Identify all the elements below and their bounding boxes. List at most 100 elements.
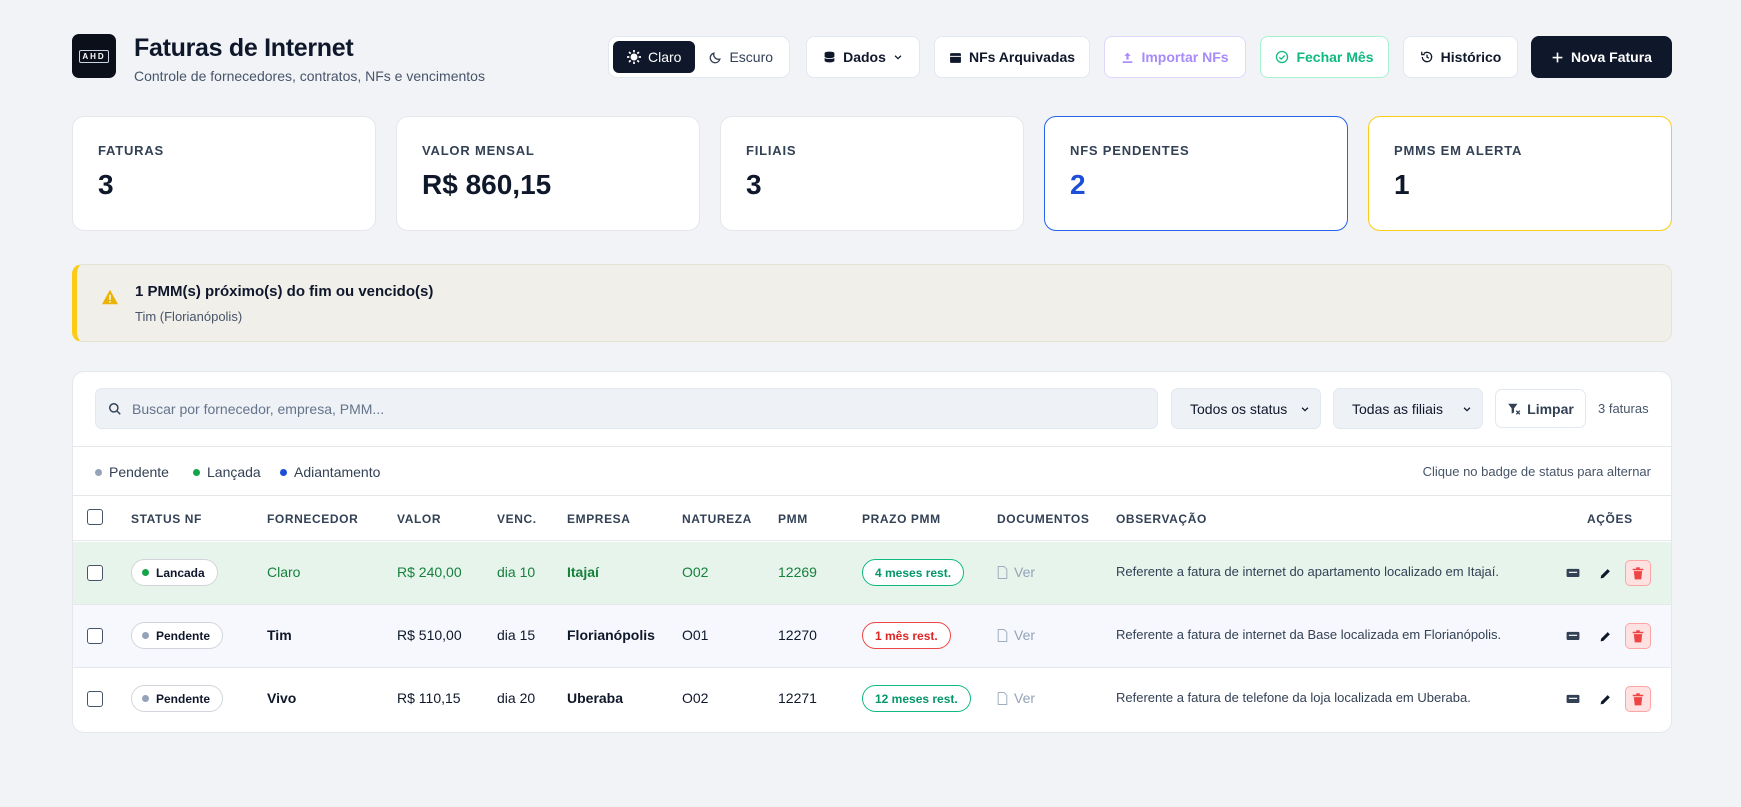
file-icon	[997, 628, 1008, 642]
docs-link[interactable]: Ver	[997, 627, 1035, 643]
status-label: Pendente	[156, 628, 211, 643]
status-dot	[142, 632, 149, 639]
header-acoes: AÇÕES	[1587, 512, 1633, 526]
nfs-arquivadas-button[interactable]: NFs Arquivadas	[934, 36, 1090, 78]
stat-card-pmms-alerta[interactable]: PMMS EM ALERTA 1	[1368, 116, 1672, 231]
clear-filters-button[interactable]: Limpar	[1495, 389, 1586, 428]
faturas-panel: Todos os status Todas as filiais Limpar …	[72, 371, 1672, 733]
fechar-mes-label: Fechar Mês	[1296, 49, 1374, 65]
cell-fornecedor: Tim	[267, 627, 292, 643]
stat-value: 3	[746, 169, 762, 200]
comment-button[interactable]	[1560, 686, 1586, 712]
stat-card-nfs-pendentes[interactable]: NFS PENDENTES 2	[1044, 116, 1348, 231]
legend-hint: Clique no badge de status para alternar	[1422, 464, 1651, 479]
header-natureza: NATUREZA	[682, 512, 752, 526]
calendar-icon	[950, 52, 961, 63]
dados-dropdown-button[interactable]: Dados	[806, 36, 920, 78]
cell-pmm: 12269	[778, 564, 817, 580]
nova-fatura-label: Nova Fatura	[1571, 49, 1652, 65]
legend-dot	[193, 468, 200, 476]
stat-card-faturas: FATURAS 3	[72, 116, 376, 231]
stat-card-valor-mensal: VALOR MENSAL R$ 860,15	[396, 116, 700, 231]
header-venc: VENC.	[497, 512, 537, 526]
theme-dark-label: Escuro	[729, 49, 774, 65]
status-label: Pendente	[156, 691, 211, 706]
cell-empresa: Itajaí	[567, 564, 599, 580]
row-checkbox[interactable]	[87, 565, 103, 581]
filial-select-value: Todas as filiais	[1352, 400, 1444, 417]
nfs-arquivadas-label: NFs Arquivadas	[968, 49, 1076, 65]
history-icon	[1420, 51, 1432, 63]
stat-value: 3	[98, 169, 114, 200]
cell-valor: R$ 510,00	[397, 627, 462, 643]
docs-link[interactable]: Ver	[997, 690, 1035, 706]
clear-filters-label: Limpar	[1527, 400, 1574, 417]
header-valor: VALOR	[397, 512, 442, 526]
delete-button[interactable]	[1625, 560, 1651, 586]
header-fornecedor: FORNECEDOR	[267, 512, 359, 526]
cell-empresa: Florianópolis	[567, 627, 655, 643]
fechar-mes-button[interactable]: Fechar Mês	[1260, 36, 1389, 78]
cell-fornecedor: Claro	[267, 564, 301, 580]
delete-button[interactable]	[1625, 686, 1651, 712]
docs-label: Ver	[1014, 564, 1036, 580]
row-checkbox[interactable]	[87, 691, 103, 707]
edit-button[interactable]	[1592, 686, 1618, 712]
cell-valor: R$ 240,00	[397, 564, 462, 580]
comment-icon	[1566, 568, 1580, 577]
file-icon	[997, 691, 1008, 705]
stat-label: PMMS EM ALERTA	[1394, 143, 1523, 158]
filial-select[interactable]: Todas as filiais	[1333, 388, 1483, 429]
header-observacao: OBSERVAÇÃO	[1116, 512, 1207, 526]
theme-dark-button[interactable]: Escuro	[695, 41, 787, 73]
row-checkbox[interactable]	[87, 628, 103, 644]
delete-button[interactable]	[1625, 623, 1651, 649]
cell-observacao: Referente a fatura de internet da Base l…	[1116, 627, 1502, 642]
table-header: STATUS NF FORNECEDOR VALOR VENC. EMPRESA…	[73, 496, 1671, 541]
status-badge[interactable]: Lancada	[131, 559, 218, 586]
stat-value: R$ 860,15	[422, 169, 552, 200]
cell-observacao: Referente a fatura de internet do aparta…	[1116, 564, 1500, 579]
cell-empresa: Uberaba	[567, 690, 624, 706]
chevron-down-icon	[894, 55, 902, 60]
docs-link[interactable]: Ver	[997, 564, 1035, 580]
edit-button[interactable]	[1592, 623, 1618, 649]
dados-label: Dados	[843, 49, 886, 65]
pencil-icon	[1600, 694, 1610, 704]
check-circle-icon	[1276, 50, 1289, 64]
stat-value: 2	[1070, 169, 1086, 200]
legend-item-lancada: Lançada	[193, 464, 261, 480]
historico-button[interactable]: Histórico	[1403, 36, 1518, 78]
header-pmm: PMM	[778, 512, 808, 526]
cell-observacao: Referente a fatura de telefone da loja l…	[1116, 690, 1471, 705]
comment-button[interactable]	[1560, 623, 1586, 649]
importar-nfs-button[interactable]: Importar NFs	[1104, 36, 1246, 78]
search-icon	[109, 402, 121, 415]
stat-label: VALOR MENSAL	[422, 143, 535, 158]
prazo-badge: 4 meses rest.	[862, 559, 965, 586]
comment-icon	[1566, 631, 1580, 640]
status-select-value: Todos os status	[1190, 400, 1288, 417]
status-dot	[142, 569, 149, 576]
alert-title: 1 PMM(s) próximo(s) do fim ou vencido(s)	[135, 283, 434, 300]
cell-pmm: 12271	[778, 690, 817, 706]
status-badge[interactable]: Pendente	[131, 685, 224, 712]
trash-icon	[1632, 629, 1644, 642]
cell-venc: dia 10	[497, 564, 536, 580]
nova-fatura-button[interactable]: Nova Fatura	[1531, 36, 1672, 78]
warning-icon	[102, 289, 118, 305]
status-select[interactable]: Todos os status	[1171, 388, 1321, 429]
select-all-checkbox[interactable]	[87, 509, 103, 525]
page-subtitle: Controle de fornecedores, contratos, NFs…	[134, 68, 485, 84]
theme-light-button[interactable]: Claro	[613, 41, 696, 73]
legend-dot	[95, 468, 102, 476]
app-header: AHD Faturas de Internet Controle de forn…	[72, 34, 1672, 84]
comment-button[interactable]	[1560, 560, 1586, 586]
theme-light-label: Claro	[648, 49, 682, 65]
legend-item-adiantamento: Adiantamento	[280, 464, 380, 480]
status-badge[interactable]: Pendente	[131, 622, 224, 649]
search-input[interactable]	[132, 400, 1112, 417]
edit-button[interactable]	[1592, 560, 1618, 586]
filter-x-icon	[1508, 403, 1521, 415]
cell-venc: dia 20	[497, 690, 536, 706]
